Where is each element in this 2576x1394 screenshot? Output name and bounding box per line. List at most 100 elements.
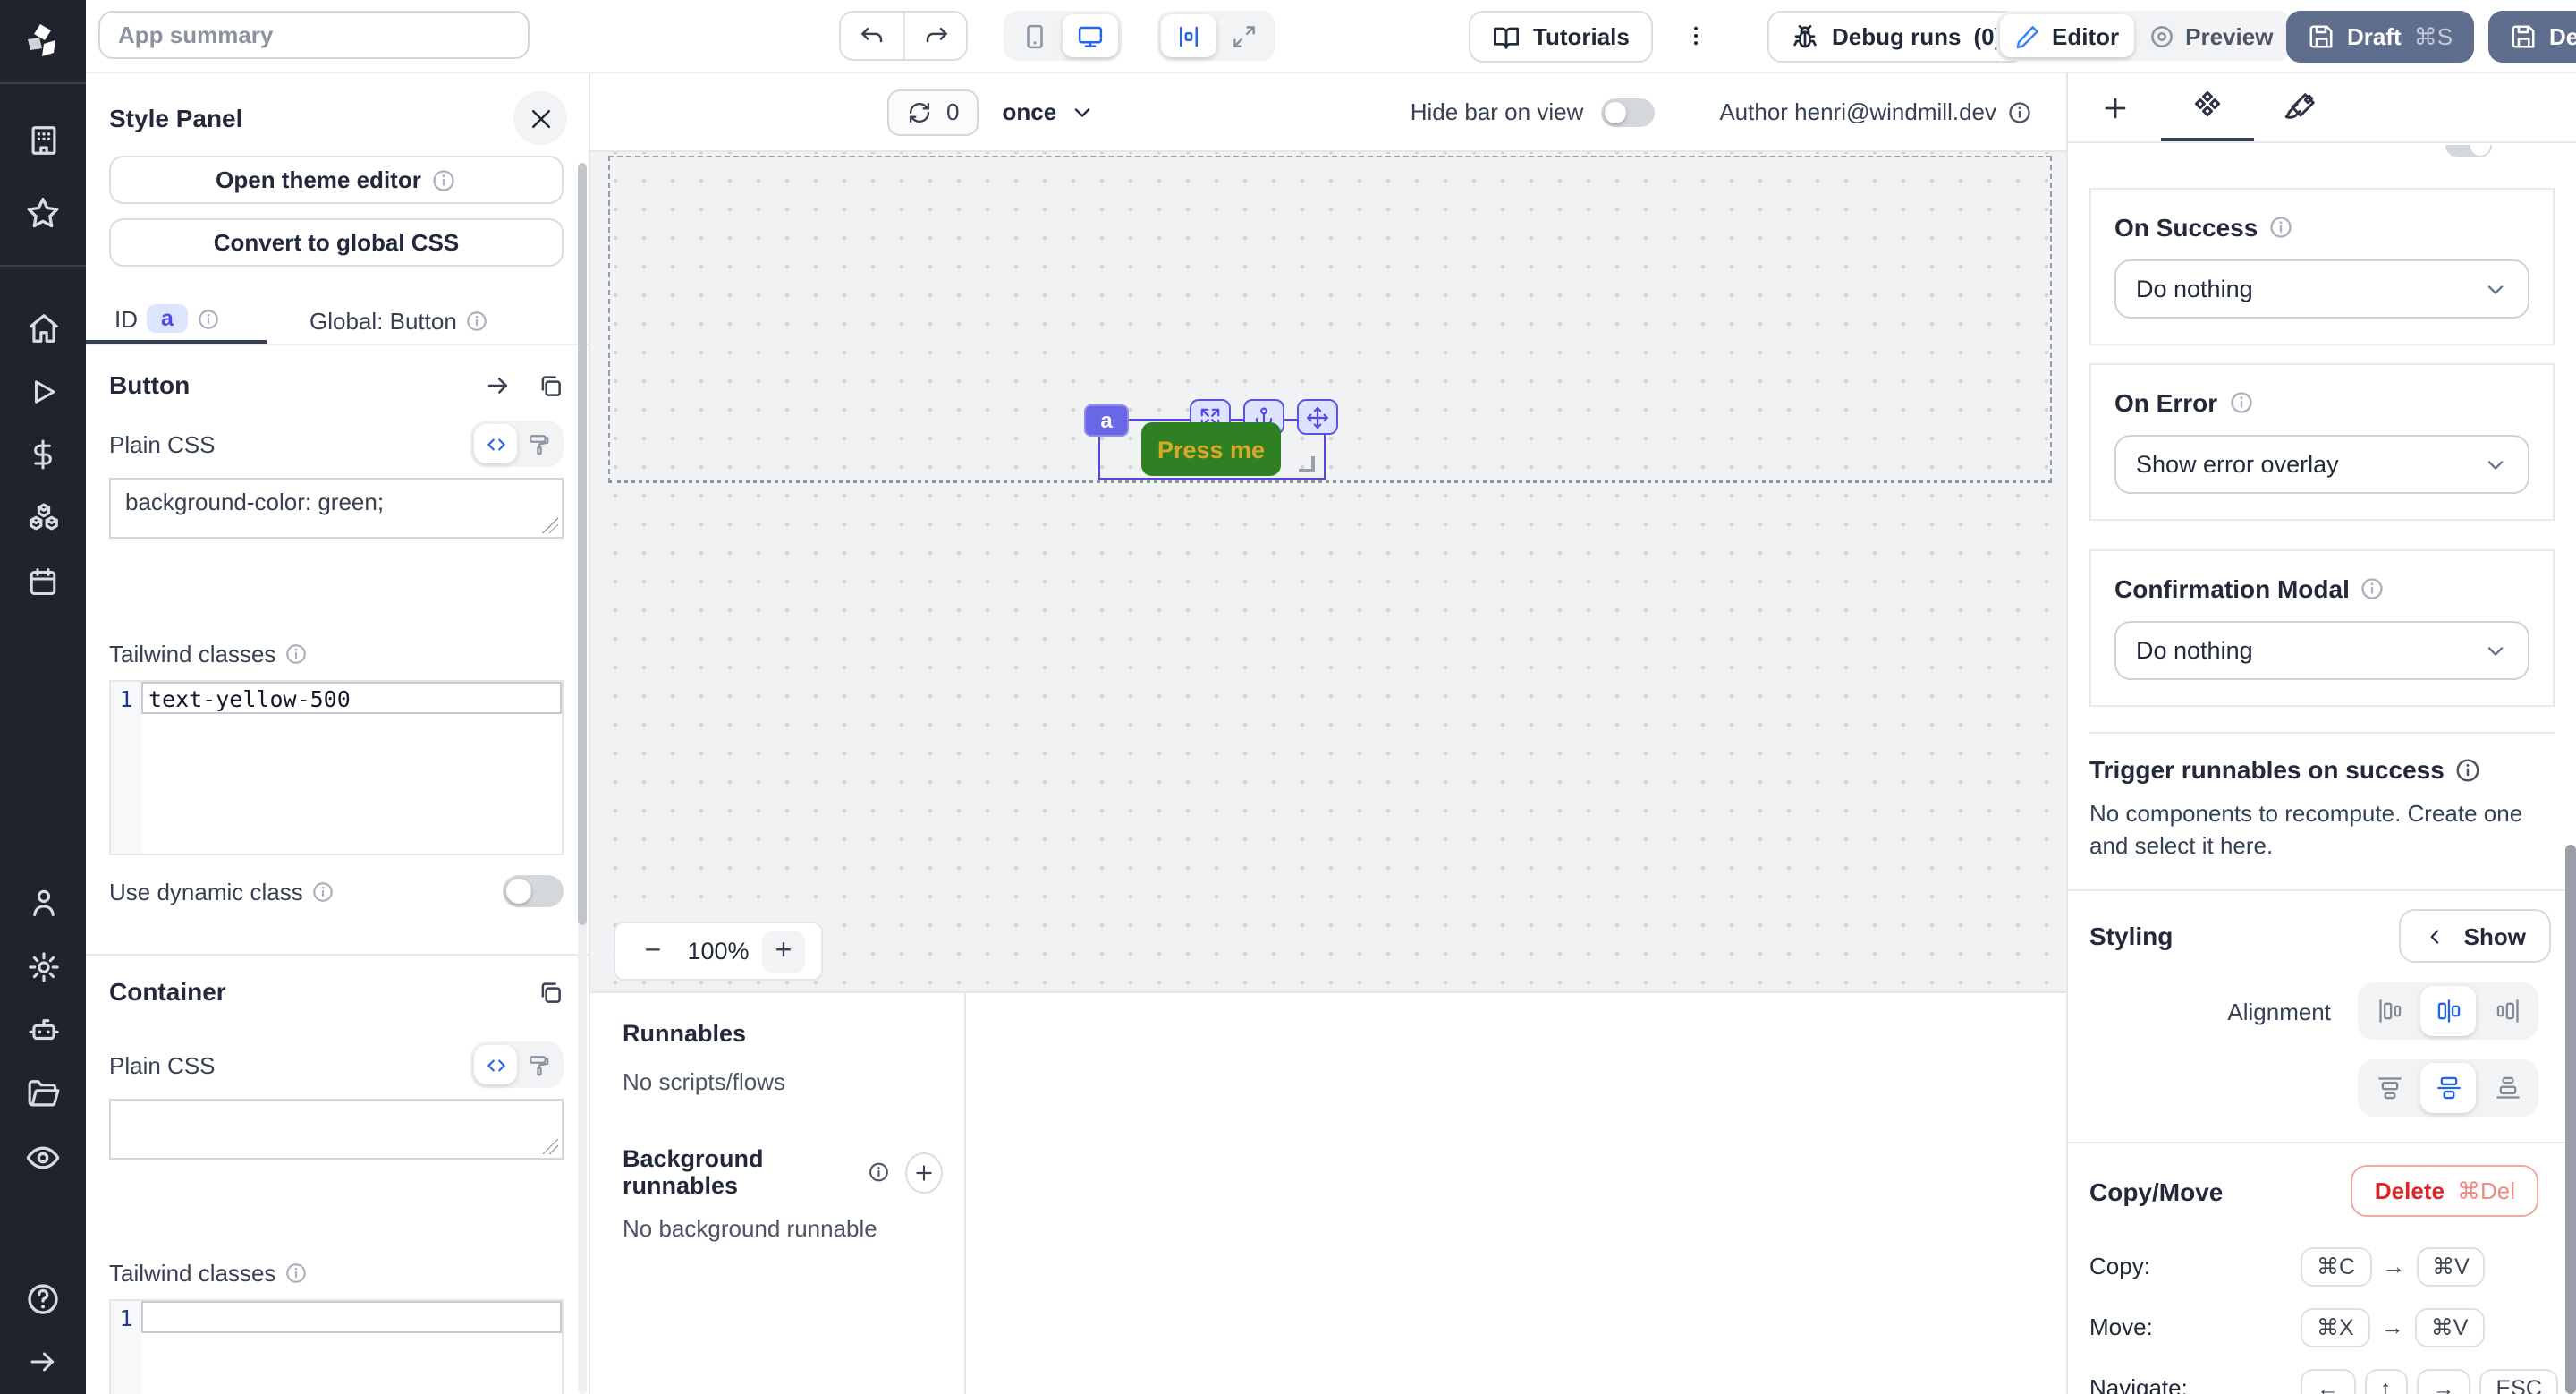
- add-background-runnable-button[interactable]: [906, 1152, 943, 1193]
- confirmation-modal-select[interactable]: Do nothing: [2114, 621, 2529, 680]
- mobile-view-button[interactable]: [1007, 14, 1063, 57]
- code-mode-button[interactable]: [474, 1045, 517, 1084]
- sidebar-item-runs[interactable]: [0, 360, 86, 423]
- align-vertical-start-button[interactable]: [2361, 1063, 2417, 1113]
- press-me-button[interactable]: Press me: [1141, 422, 1281, 476]
- container-plain-css-label: Plain CSS: [109, 1051, 216, 1078]
- container-tailwind-classes-editor[interactable]: 1: [109, 1299, 564, 1394]
- deploy-button[interactable]: Deploy: [2488, 11, 2576, 63]
- hide-bar-on-view-toggle[interactable]: [1601, 98, 1655, 126]
- paint-mode-button[interactable]: [517, 1045, 560, 1084]
- style-panel-scrollbar-thumb[interactable]: [578, 163, 587, 925]
- tutorials-button[interactable]: Tutorials: [1469, 11, 1653, 63]
- runnables-title: Runnables: [623, 1020, 943, 1047]
- chevron-left-icon: [2425, 924, 2448, 948]
- tab-global-button[interactable]: Global: Button: [281, 297, 507, 344]
- resize-grip-icon[interactable]: [542, 1138, 558, 1154]
- chevron-down-icon: [1069, 99, 1094, 124]
- boxes-icon: [26, 502, 60, 536]
- on-success-select[interactable]: Do nothing: [2114, 259, 2529, 319]
- settings-panel-scrollbar-thumb[interactable]: [2565, 845, 2576, 1394]
- align-vertical-end-icon: [2495, 1075, 2520, 1101]
- align-horizontal-end-icon: [2495, 999, 2520, 1024]
- sidebar-item-schedules[interactable]: [0, 550, 86, 614]
- kbd-cmd-v: ⌘V: [2416, 1246, 2486, 1286]
- more-menu-button[interactable]: [1683, 14, 1708, 57]
- info-icon: [197, 307, 220, 330]
- resize-grip-icon[interactable]: [542, 517, 558, 533]
- plus-icon: [2099, 92, 2130, 123]
- button-section-title: Button: [109, 370, 485, 399]
- zoom-in-button[interactable]: +: [762, 930, 805, 973]
- partially-visible-toggle[interactable]: [2445, 145, 2492, 157]
- code-mode-button[interactable]: [474, 424, 517, 463]
- sidebar-item-help[interactable]: [0, 1267, 86, 1330]
- component-resize-handle[interactable]: [1299, 456, 1315, 472]
- open-theme-editor-label: Open theme editor: [216, 166, 421, 193]
- draft-button[interactable]: Draft ⌘S: [2286, 11, 2474, 63]
- desktop-view-button[interactable]: [1063, 14, 1118, 57]
- tailwind-classes-editor[interactable]: 1 text-yellow-500: [109, 680, 564, 855]
- align-vertical-end-button[interactable]: [2479, 1063, 2535, 1113]
- align-vertical-center-button[interactable]: [2420, 1063, 2476, 1113]
- sidebar-item-folders[interactable]: [0, 1062, 86, 1126]
- sidebar-collapse-arrow[interactable]: [0, 1330, 86, 1394]
- container-tailwind-classes-value[interactable]: [141, 1301, 562, 1333]
- draft-shortcut: ⌘S: [2414, 22, 2453, 51]
- redo-button[interactable]: [903, 13, 966, 59]
- robot-icon: [26, 1014, 60, 1048]
- delete-component-button[interactable]: Delete ⌘Del: [2351, 1165, 2538, 1217]
- code-icon: [484, 432, 507, 455]
- fullscreen-canvas-button[interactable]: [1216, 14, 1272, 57]
- sidebar-item-audit-logs[interactable]: [0, 1126, 86, 1189]
- open-theme-editor-button[interactable]: Open theme editor: [109, 156, 564, 204]
- sidebar-item-workers[interactable]: [0, 999, 86, 1062]
- debug-runs-button[interactable]: Debug runs (0): [1767, 11, 2025, 63]
- align-horizontal-end-button[interactable]: [2479, 986, 2535, 1036]
- confirmation-modal-value: Do nothing: [2136, 637, 2253, 664]
- sidebar-item-user[interactable]: [0, 871, 86, 935]
- sidebar-item-settings[interactable]: [0, 935, 86, 999]
- tab-insert-component[interactable]: [2068, 73, 2161, 141]
- tab-id[interactable]: ID a: [86, 297, 267, 344]
- sidebar-item-variables[interactable]: [0, 423, 86, 487]
- sidebar-item-favorites[interactable]: [0, 182, 86, 245]
- styling-show-button[interactable]: Show: [2400, 909, 2551, 963]
- app-summary-input[interactable]: App summary: [98, 11, 530, 59]
- refresh-button[interactable]: 0: [887, 89, 979, 135]
- zoom-out-button[interactable]: −: [631, 930, 674, 973]
- preview-tab[interactable]: Preview: [2133, 14, 2287, 57]
- container-tailwind-classes-label: Tailwind classes: [109, 1260, 275, 1287]
- sidebar-item-workspace[interactable]: [0, 109, 86, 173]
- align-horizontal-center-button[interactable]: [2420, 986, 2476, 1036]
- refresh-mode-dropdown[interactable]: once: [1002, 98, 1094, 125]
- app-canvas[interactable]: a Press me − 100% +: [590, 152, 2066, 991]
- component-id-tag[interactable]: a: [1084, 404, 1129, 437]
- on-error-select[interactable]: Show error overlay: [2114, 435, 2529, 494]
- kbd-arrow-up: ↑: [2364, 1369, 2408, 1394]
- windmill-logo[interactable]: [0, 0, 86, 83]
- convert-to-global-css-button[interactable]: Convert to global CSS: [109, 218, 564, 267]
- align-horizontal-start-button[interactable]: [2361, 986, 2417, 1036]
- move-component-button[interactable]: [1297, 399, 1338, 435]
- sidebar-item-resources[interactable]: [0, 487, 86, 550]
- close-style-panel-button[interactable]: [513, 91, 567, 145]
- tab-component-settings[interactable]: [2161, 73, 2254, 141]
- sidebar-item-home[interactable]: [0, 296, 86, 360]
- tab-component-styling[interactable]: [2254, 73, 2347, 141]
- device-toggle: [1004, 11, 1122, 61]
- undo-button[interactable]: [841, 13, 903, 59]
- style-scope-tabs: ID a Global: Button: [86, 297, 589, 345]
- folder-open-icon: [26, 1077, 60, 1111]
- center-canvas-button[interactable]: [1161, 14, 1216, 57]
- editor-tab[interactable]: Editor: [2000, 14, 2133, 57]
- use-dynamic-class-toggle[interactable]: [503, 875, 564, 907]
- paint-mode-button[interactable]: [517, 424, 560, 463]
- copy-icon[interactable]: [537, 371, 564, 398]
- arrow-right-icon[interactable]: [485, 371, 512, 398]
- plain-css-textarea[interactable]: background-color: green;: [109, 478, 564, 539]
- container-plain-css-textarea[interactable]: [109, 1099, 564, 1160]
- tailwind-classes-value[interactable]: text-yellow-500: [141, 682, 562, 714]
- copy-icon[interactable]: [537, 978, 564, 1005]
- line-number: 1: [111, 682, 141, 854]
